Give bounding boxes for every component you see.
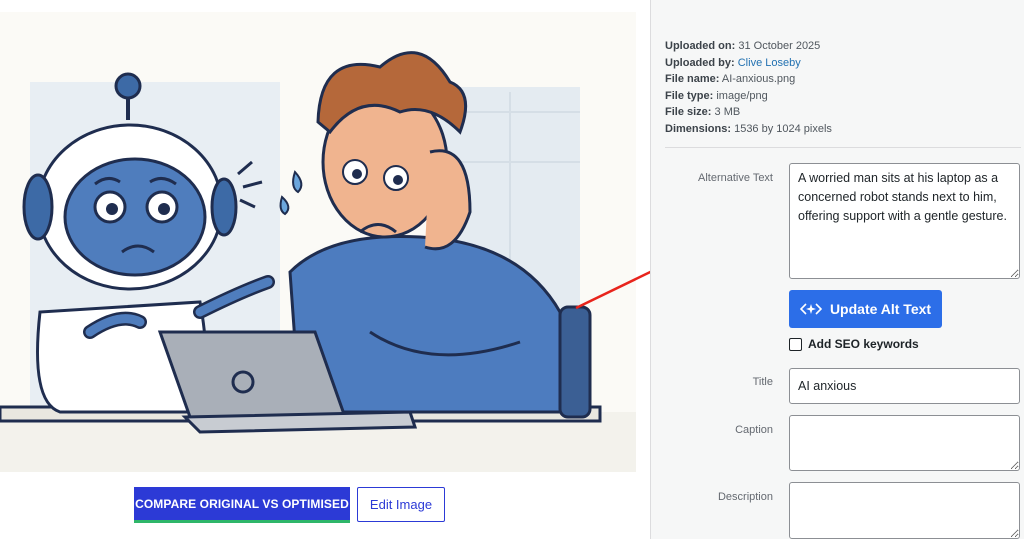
divider <box>665 147 1021 148</box>
file-size-value: 3 MB <box>714 106 741 118</box>
description-field[interactable] <box>789 482 1020 539</box>
uploaded-on-label: Uploaded on: <box>665 40 736 52</box>
uploaded-on-value: 31 October 2025 <box>738 40 821 52</box>
description-label: Description <box>717 491 773 503</box>
dimensions-value: 1536 by 1024 pixels <box>734 122 832 135</box>
ai-sparkle-code-icon <box>799 303 822 315</box>
caption-field[interactable] <box>789 415 1020 471</box>
alt-text-label: Alternative Text <box>697 172 773 184</box>
file-name-value: AI-anxious.png <box>721 73 796 85</box>
uploaded-by-link[interactable]: Clive Loseby <box>738 57 801 69</box>
caption-label: Caption <box>735 424 773 436</box>
title-label: Title <box>752 376 773 388</box>
image-preview <box>0 12 636 472</box>
dimensions-label: Dimensions: <box>665 122 732 135</box>
file-type-label: File type: <box>665 89 714 102</box>
uploaded-by-label: Uploaded by: <box>665 56 735 69</box>
seo-keywords-label: Add SEO keywords <box>808 337 919 351</box>
edit-image-button[interactable]: Edit Image <box>357 487 445 522</box>
title-field[interactable] <box>789 368 1020 404</box>
file-name-label: File name: <box>665 73 720 85</box>
update-alt-text-label: Update Alt Text <box>829 301 932 317</box>
file-size-label: File size: <box>665 106 712 118</box>
checkbox-box[interactable] <box>789 337 802 351</box>
file-details: Uploaded on: 31 October 2025 Uploaded by… <box>665 38 832 137</box>
update-alt-text-button[interactable]: Update Alt Text <box>789 290 942 328</box>
attachment-details-sidebar: Uploaded on: 31 October 2025 Uploaded by… <box>650 0 1024 539</box>
illustration-worried-man-and-robot <box>0 51 636 472</box>
compare-original-vs-optimised-button[interactable]: COMPARE ORIGINAL VS OPTIMISED <box>134 487 350 523</box>
alt-text-field[interactable]: A worried man sits at his laptop as a co… <box>789 163 1020 279</box>
add-seo-keywords-checkbox[interactable]: Add SEO keywords <box>789 337 919 351</box>
file-type-value: image/png <box>716 89 768 102</box>
